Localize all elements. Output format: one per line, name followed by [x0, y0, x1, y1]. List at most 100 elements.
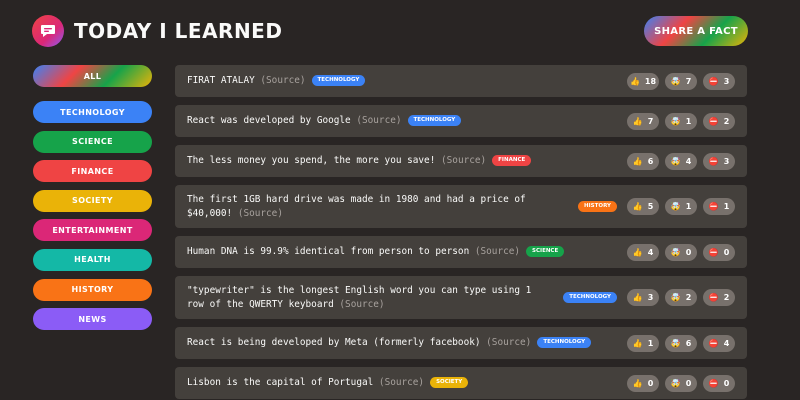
- no-entry-icon: ⛔: [708, 378, 719, 388]
- source-link[interactable]: (Source): [260, 75, 305, 86]
- share-fact-button[interactable]: Share a fact: [644, 16, 748, 46]
- fact-text: Lisbon is the capital of Portugal (Sourc…: [187, 376, 627, 390]
- vote-buttons: 👍 7 🤯 1 ⛔ 2: [627, 112, 735, 130]
- vote-interesting-button[interactable]: 👍 1: [627, 334, 659, 352]
- vote-interesting-button[interactable]: 👍 0: [627, 374, 659, 392]
- vote-count: 18: [644, 76, 657, 86]
- mind-blown-icon: 🤯: [670, 338, 681, 348]
- vote-interesting-button[interactable]: 👍 5: [627, 198, 659, 215]
- no-entry-icon: ⛔: [708, 247, 719, 257]
- vote-count: 1: [723, 202, 730, 211]
- vote-count: 2: [685, 293, 692, 302]
- vote-buttons: 👍 3 🤯 2 ⛔ 2: [627, 289, 735, 306]
- no-entry-icon: ⛔: [708, 156, 719, 166]
- category-all-button[interactable]: All: [33, 65, 152, 87]
- vote-interesting-button[interactable]: 👍 18: [627, 72, 659, 90]
- vote-false-button[interactable]: ⛔ 2: [703, 112, 735, 130]
- vote-false-button[interactable]: ⛔ 1: [703, 198, 735, 215]
- no-entry-icon: ⛔: [708, 338, 719, 348]
- vote-buttons: 👍 6 🤯 4 ⛔ 3: [627, 152, 735, 170]
- logo-badge: [32, 15, 64, 47]
- category-sidebar: All Technology Science Finance Society Entert…: [33, 65, 152, 338]
- fact-text: Human DNA is 99.9% identical from person…: [187, 245, 627, 259]
- fact-statement: FIRAT ATALAY: [187, 75, 255, 86]
- category-tag: finance: [492, 155, 532, 166]
- source-link[interactable]: (Source): [356, 115, 401, 126]
- vote-mindblowing-button[interactable]: 🤯 2: [665, 289, 697, 306]
- category-health-button[interactable]: Health: [33, 248, 152, 271]
- vote-buttons: 👍 1 🤯 6 ⛔ 4: [627, 334, 735, 352]
- vote-mindblowing-button[interactable]: 🤯 4: [665, 152, 697, 170]
- category-finance-button[interactable]: Finance: [33, 160, 152, 183]
- vote-mindblowing-button[interactable]: 🤯 0: [665, 374, 697, 392]
- chat-bubble-icon: [41, 25, 55, 37]
- vote-false-button[interactable]: ⛔ 3: [703, 152, 735, 170]
- vote-interesting-button[interactable]: 👍 3: [627, 289, 659, 306]
- fact-statement: React is being developed by Meta (former…: [187, 337, 481, 348]
- thumbs-up-icon: 👍: [629, 76, 640, 86]
- vote-count: 4: [685, 156, 692, 166]
- vote-interesting-button[interactable]: 👍 7: [627, 112, 659, 130]
- vote-interesting-button[interactable]: 👍 4: [627, 243, 659, 261]
- vote-false-button[interactable]: ⛔ 4: [703, 334, 735, 352]
- fact-item: The less money you spend, the more you s…: [175, 145, 747, 177]
- category-society-button[interactable]: Society: [33, 189, 152, 212]
- category-science-button[interactable]: Science: [33, 130, 152, 153]
- vote-count: 0: [647, 378, 654, 388]
- vote-false-button[interactable]: ⛔ 0: [703, 374, 735, 392]
- thumbs-up-icon: 👍: [632, 116, 643, 126]
- source-link[interactable]: (Source): [486, 337, 531, 348]
- fact-text: The first 1GB hard drive was made in 198…: [187, 193, 568, 221]
- category-tag: science: [526, 246, 565, 257]
- vote-mindblowing-button[interactable]: 🤯 7: [665, 72, 697, 90]
- source-link[interactable]: (Source): [441, 155, 486, 166]
- vote-count: 2: [723, 116, 730, 126]
- vote-false-button[interactable]: ⛔ 3: [703, 72, 735, 90]
- thumbs-up-icon: 👍: [632, 338, 643, 348]
- fact-item: React was developed by Google (Source) te…: [175, 105, 747, 137]
- thumbs-up-icon: 👍: [632, 156, 643, 166]
- fact-text: FIRAT ATALAY (Source) technology: [187, 74, 627, 88]
- thumbs-up-icon: 👍: [632, 202, 643, 211]
- vote-false-button[interactable]: ⛔ 2: [703, 289, 735, 306]
- no-entry-icon: ⛔: [708, 116, 719, 126]
- category-tag: technology: [563, 292, 617, 303]
- vote-count: 0: [685, 378, 692, 388]
- vote-count: 1: [685, 116, 692, 126]
- vote-buttons: 👍 5 🤯 1 ⛔ 1: [627, 198, 735, 215]
- source-link[interactable]: (Source): [238, 208, 283, 219]
- vote-count: 4: [723, 338, 730, 348]
- category-entertainment-button[interactable]: Entertainment: [33, 219, 152, 242]
- vote-false-button[interactable]: ⛔ 0: [703, 243, 735, 261]
- category-history-button[interactable]: History: [33, 278, 152, 301]
- fact-statement: The less money you spend, the more you s…: [187, 155, 436, 166]
- category-tag: technology: [311, 75, 366, 86]
- source-link[interactable]: (Source): [475, 246, 520, 257]
- vote-mindblowing-button[interactable]: 🤯 1: [665, 198, 697, 215]
- vote-mindblowing-button[interactable]: 🤯 0: [665, 243, 697, 261]
- category-technology-button[interactable]: Technology: [33, 101, 152, 123]
- category-tag: society: [430, 377, 469, 388]
- vote-count: 3: [723, 76, 730, 86]
- source-link[interactable]: (Source): [339, 299, 384, 310]
- vote-mindblowing-button[interactable]: 🤯 1: [665, 112, 697, 130]
- vote-interesting-button[interactable]: 👍 6: [627, 152, 659, 170]
- vote-count: 0: [723, 378, 730, 388]
- fact-text: React is being developed by Meta (former…: [187, 336, 627, 350]
- fact-item: React is being developed by Meta (former…: [175, 327, 747, 359]
- vote-count: 4: [647, 247, 654, 257]
- category-tag: technology: [407, 115, 462, 126]
- source-link[interactable]: (Source): [379, 377, 424, 388]
- fact-text: The less money you spend, the more you s…: [187, 154, 627, 168]
- mind-blown-icon: 🤯: [670, 247, 681, 257]
- fact-text: "typewriter" is the longest English word…: [187, 284, 553, 312]
- vote-mindblowing-button[interactable]: 🤯 6: [665, 334, 697, 352]
- fact-statement: React was developed by Google: [187, 115, 351, 126]
- thumbs-up-icon: 👍: [632, 378, 643, 388]
- vote-count: 7: [647, 116, 654, 126]
- mind-blown-icon: 🤯: [670, 378, 681, 388]
- fact-item: The first 1GB hard drive was made in 198…: [175, 185, 747, 228]
- vote-count: 3: [723, 156, 730, 166]
- mind-blown-icon: 🤯: [670, 202, 681, 211]
- category-news-button[interactable]: News: [33, 308, 152, 331]
